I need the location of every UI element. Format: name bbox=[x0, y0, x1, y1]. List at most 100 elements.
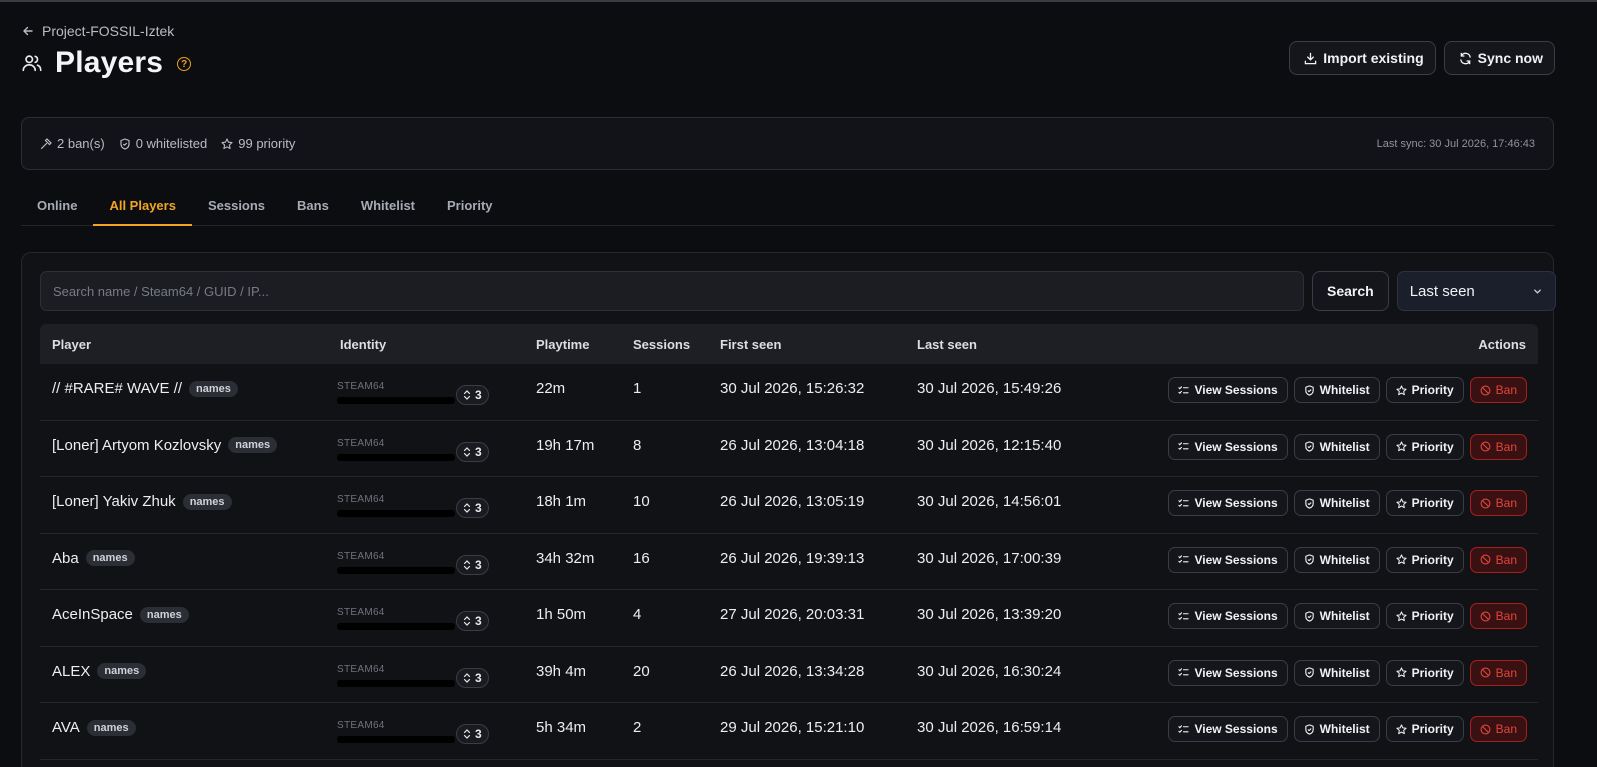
view-sessions-button[interactable]: View Sessions bbox=[1168, 716, 1288, 742]
sync-now-label: Sync now bbox=[1477, 50, 1543, 66]
names-badge[interactable]: names bbox=[139, 606, 189, 623]
column-header-actions: Actions bbox=[1478, 337, 1526, 352]
ban-button[interactable]: Ban bbox=[1469, 490, 1527, 516]
list-check-icon bbox=[1178, 724, 1190, 733]
priority-button[interactable]: Priority bbox=[1385, 603, 1464, 629]
shield-check-icon bbox=[1304, 610, 1314, 622]
whitelist-button[interactable]: Whitelist bbox=[1293, 433, 1380, 460]
ban-button[interactable]: Ban bbox=[1469, 546, 1527, 573]
steam64-redacted bbox=[337, 679, 455, 687]
identity-count-toggle[interactable]: 3 bbox=[456, 667, 489, 688]
row-actions: View Sessions Whitelist Priority Ban bbox=[1168, 716, 1527, 742]
chevron-up-down-icon bbox=[463, 616, 471, 626]
column-header-identity[interactable]: Identity bbox=[340, 337, 386, 352]
view-sessions-label: View Sessions bbox=[1194, 552, 1278, 567]
search-button[interactable]: Search bbox=[1312, 271, 1389, 311]
ban-button[interactable]: Ban bbox=[1469, 433, 1527, 460]
help-icon[interactable]: ? bbox=[177, 57, 192, 71]
sessions-cell: 8 bbox=[633, 436, 642, 454]
names-badge[interactable]: names bbox=[228, 437, 278, 453]
first-seen-cell: 30 Jul 2026, 15:26:32 bbox=[720, 380, 865, 397]
player-name[interactable]: Aba bbox=[52, 550, 79, 567]
tab-sessions[interactable]: Sessions bbox=[192, 187, 281, 226]
ban-label: Ban bbox=[1495, 665, 1517, 680]
names-badge[interactable]: names bbox=[86, 719, 136, 736]
ban-button[interactable]: Ban bbox=[1469, 716, 1527, 742]
names-badge[interactable]: names bbox=[182, 493, 232, 510]
search-input[interactable] bbox=[40, 271, 1304, 311]
import-existing-button[interactable]: Import existing bbox=[1289, 41, 1436, 75]
search-row: Search Last seen bbox=[40, 271, 1556, 311]
identity-count: 3 bbox=[475, 444, 482, 459]
page-header: Players ? bbox=[21, 46, 192, 80]
whitelist-button[interactable]: Whitelist bbox=[1293, 716, 1380, 742]
tab-online[interactable]: Online bbox=[21, 187, 93, 226]
column-header-playtime[interactable]: Playtime bbox=[536, 337, 589, 352]
player-name[interactable]: // #RARE# WAVE // bbox=[52, 380, 182, 397]
player-name[interactable]: AVA bbox=[52, 719, 80, 736]
ban-label: Ban bbox=[1495, 496, 1517, 510]
identity-count-toggle[interactable]: 3 bbox=[456, 385, 489, 405]
priority-button[interactable]: Priority bbox=[1385, 433, 1464, 460]
priority-button[interactable]: Priority bbox=[1385, 377, 1464, 403]
ban-button[interactable]: Ban bbox=[1469, 603, 1527, 629]
players-table: Player Identity Playtime Sessions First … bbox=[40, 324, 1538, 760]
identity-count-toggle[interactable]: 3 bbox=[456, 611, 489, 631]
steam64-redacted bbox=[337, 510, 455, 517]
tab-whitelist[interactable]: Whitelist bbox=[345, 187, 431, 226]
whitelist-button[interactable]: Whitelist bbox=[1293, 546, 1380, 573]
row-actions: View Sessions Whitelist Priority Ban bbox=[1168, 433, 1527, 460]
tab-bans[interactable]: Bans bbox=[281, 187, 345, 226]
priority-button[interactable]: Priority bbox=[1385, 716, 1464, 742]
player-name[interactable]: [Loner] Artyom Kozlovsky bbox=[52, 437, 221, 454]
column-header-player[interactable]: Player bbox=[52, 337, 91, 352]
identity-count: 3 bbox=[475, 727, 482, 741]
sync-now-button[interactable]: Sync now bbox=[1443, 41, 1555, 75]
player-name[interactable]: ALEX bbox=[52, 663, 90, 680]
whitelist-label: Whitelist bbox=[1319, 665, 1370, 680]
column-header-first-seen[interactable]: First seen bbox=[720, 337, 781, 352]
identity-count-toggle[interactable]: 3 bbox=[456, 498, 489, 518]
tab-all-players[interactable]: All Players bbox=[93, 187, 192, 226]
identity-cell: STEAM64 3 bbox=[337, 607, 497, 635]
sort-select[interactable]: Last seen bbox=[1396, 271, 1556, 311]
shield-check-icon bbox=[1304, 667, 1314, 678]
whitelist-button[interactable]: Whitelist bbox=[1293, 377, 1380, 403]
chevron-up-down-icon bbox=[463, 446, 471, 457]
view-sessions-button[interactable]: View Sessions bbox=[1168, 659, 1288, 686]
table-row: // #RARE# WAVE // names STEAM64 3 22m 1 … bbox=[40, 364, 1538, 421]
back-link[interactable]: Project-FOSSIL-Iztek bbox=[22, 23, 174, 39]
column-header-sessions[interactable]: Sessions bbox=[633, 337, 690, 352]
view-sessions-button[interactable]: View Sessions bbox=[1168, 546, 1288, 573]
table-row: AceInSpace names STEAM64 3 1h 50m 4 27 J… bbox=[40, 590, 1538, 647]
ban-button[interactable]: Ban bbox=[1469, 659, 1527, 686]
names-badge[interactable]: names bbox=[85, 550, 135, 566]
star-icon bbox=[221, 137, 233, 149]
view-sessions-button[interactable]: View Sessions bbox=[1168, 603, 1288, 629]
priority-button[interactable]: Priority bbox=[1385, 490, 1464, 516]
whitelist-button[interactable]: Whitelist bbox=[1293, 659, 1380, 686]
view-sessions-button[interactable]: View Sessions bbox=[1168, 377, 1288, 403]
identity-count-toggle[interactable]: 3 bbox=[456, 724, 489, 744]
player-name[interactable]: [Loner] Yakiv Zhuk bbox=[52, 493, 176, 510]
view-sessions-button[interactable]: View Sessions bbox=[1168, 490, 1288, 516]
ban-button[interactable]: Ban bbox=[1469, 377, 1527, 403]
identity-count-toggle[interactable]: 3 bbox=[456, 441, 489, 462]
whitelist-button[interactable]: Whitelist bbox=[1293, 603, 1380, 629]
identity-count-toggle[interactable]: 3 bbox=[456, 554, 489, 575]
priority-button[interactable]: Priority bbox=[1385, 546, 1464, 573]
ban-icon bbox=[1480, 667, 1491, 678]
column-header-last-seen[interactable]: Last seen bbox=[917, 337, 977, 352]
priority-button[interactable]: Priority bbox=[1385, 659, 1464, 686]
names-badge[interactable]: names bbox=[97, 663, 147, 679]
whitelist-button[interactable]: Whitelist bbox=[1293, 490, 1380, 516]
whitelist-label: Whitelist bbox=[1319, 552, 1370, 567]
row-actions: View Sessions Whitelist Priority Ban bbox=[1168, 490, 1527, 516]
tab-priority[interactable]: Priority bbox=[431, 187, 509, 226]
view-sessions-button[interactable]: View Sessions bbox=[1168, 433, 1288, 460]
names-badge[interactable]: names bbox=[189, 380, 238, 397]
player-name[interactable]: AceInSpace bbox=[52, 606, 133, 623]
first-seen-cell: 29 Jul 2026, 15:21:10 bbox=[720, 719, 865, 736]
ban-icon bbox=[1480, 724, 1491, 734]
first-seen-cell: 26 Jul 2026, 19:39:13 bbox=[720, 549, 865, 567]
